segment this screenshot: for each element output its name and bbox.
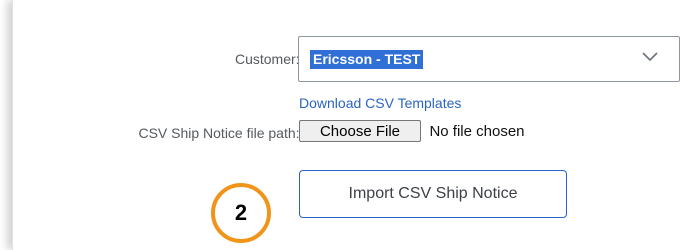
choose-file-button[interactable]: Choose File <box>299 120 421 142</box>
ship-notice-form-panel: Customer:* Ericsson - TEST Download CSV … <box>12 0 684 250</box>
import-csv-ship-notice-button[interactable]: Import CSV Ship Notice <box>299 170 567 218</box>
customer-label: Customer:* <box>235 51 305 67</box>
step-number-badge: 2 <box>211 183 271 243</box>
customer-label-text: Customer: <box>234 51 300 67</box>
download-csv-templates-link[interactable]: Download CSV Templates <box>299 95 461 111</box>
customer-select-value: Ericsson - TEST <box>310 50 424 69</box>
file-status-text: No file chosen <box>429 122 525 140</box>
file-path-label: CSV Ship Notice file path:* <box>138 125 305 141</box>
customer-select[interactable]: Ericsson - TEST <box>298 36 680 82</box>
file-input[interactable]: Choose File No file chosen <box>299 120 525 144</box>
file-path-label-text: CSV Ship Notice file path: <box>138 125 300 141</box>
chevron-down-icon[interactable] <box>641 50 659 64</box>
